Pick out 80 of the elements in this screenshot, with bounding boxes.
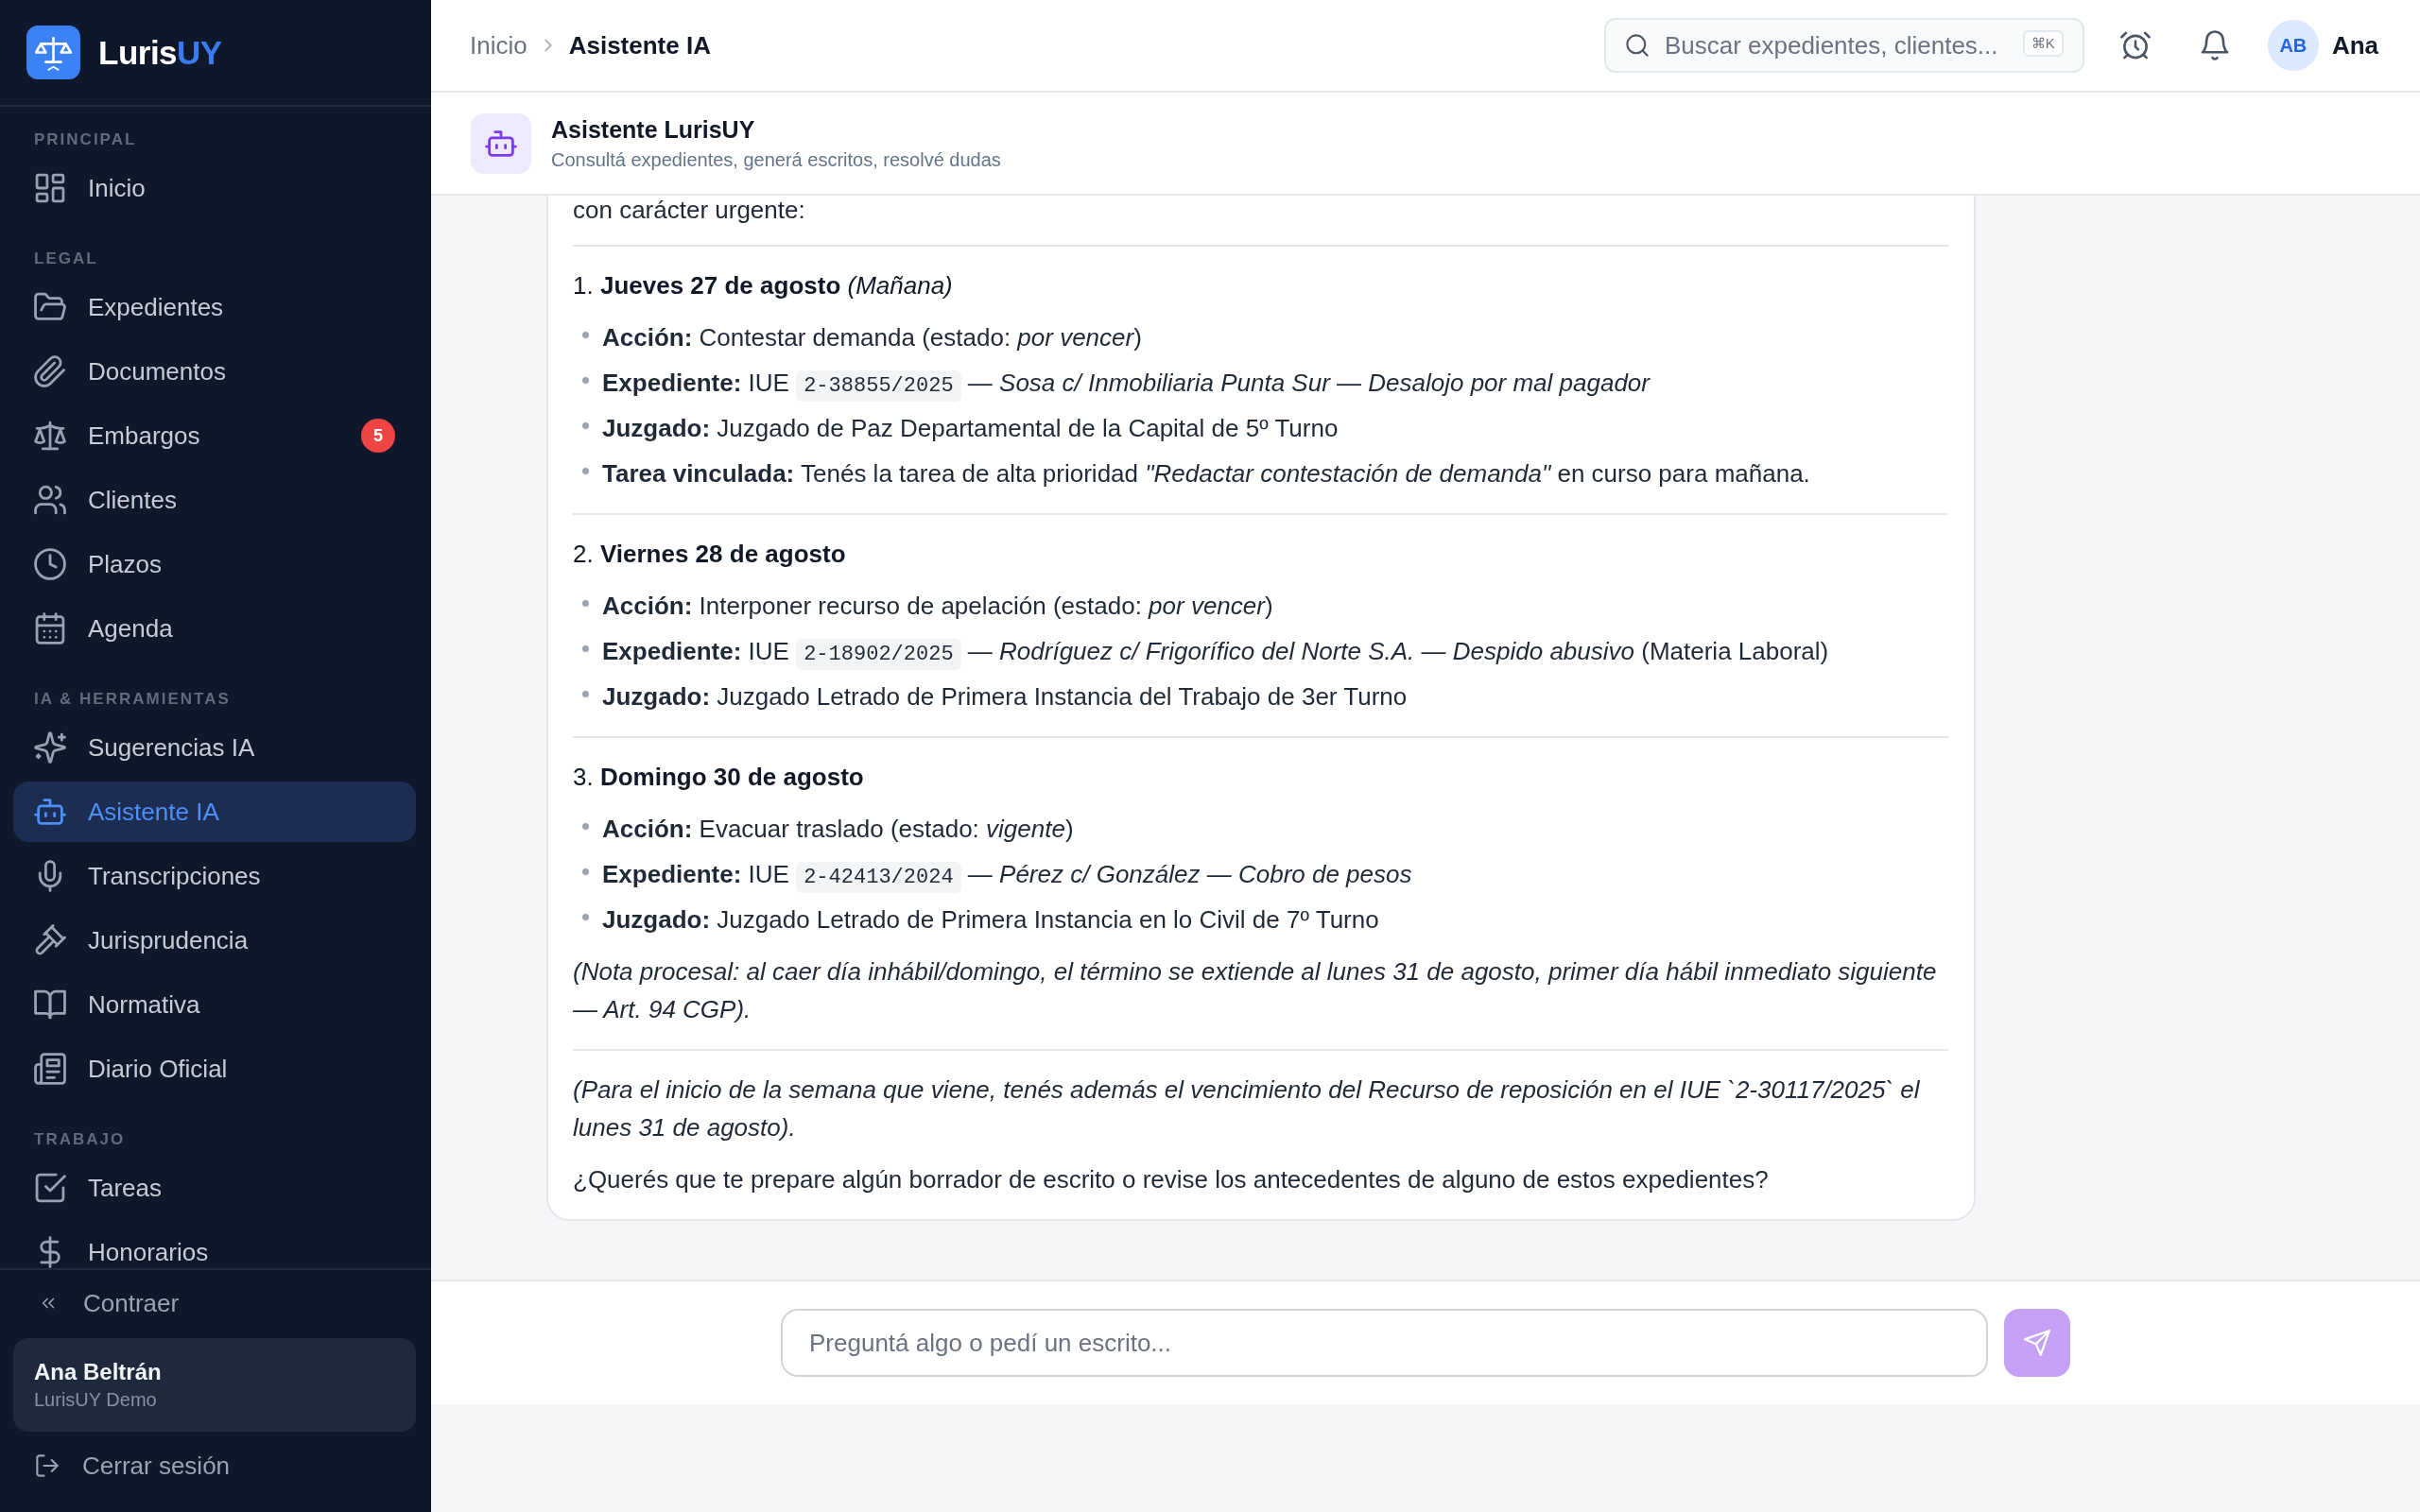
send-icon (2024, 1330, 2050, 1356)
assistant-subtitle: Consultá expedientes, generá escritos, resolvé dudas (551, 147, 1001, 172)
message-input[interactable]: Preguntá algo o pedí un escrito... (781, 1309, 1988, 1377)
section-title: PRINCIPAL (34, 129, 138, 150)
list-item-text: Acción: Contestar demanda (estado: por vencer) (602, 322, 1143, 353)
assistant-title: Asistente LurisUY (551, 114, 756, 144)
message-text: ¿Querés que te prepare algún borrador de escrito o revise los antecedentes de alguno de estos expedientes? (573, 1164, 1770, 1195)
section-title: IA & HERRAMIENTAS (34, 689, 232, 710)
clock-icon (34, 548, 66, 580)
message-text: con carácter urgente: (573, 196, 806, 224)
nav-item[interactable]: Tareas (13, 1158, 416, 1218)
robot-icon (471, 112, 531, 174)
nav-item[interactable]: Jurisprudencia (13, 910, 416, 971)
gavel-icon (34, 924, 66, 956)
nav-item[interactable]: Agenda (13, 598, 416, 659)
list-item-text: Expediente: IUE 2-38855/2025 — Sosa c/ Inmobiliaria Punta Sur — Desalojo por mal pagador (602, 364, 1948, 402)
bullet-icon (582, 823, 589, 830)
bullet-icon (582, 868, 589, 875)
bullet-icon (582, 332, 589, 338)
list-item-text: Acción: Evacuar traslado (estado: vigente) (602, 814, 1075, 845)
nav-item[interactable]: Clientes (13, 470, 416, 530)
user-name: Ana Beltrán (34, 1359, 163, 1385)
list-item-text: Expediente: IUE 2-42413/2024 — Pérez c/ González — Cobro de pesos (602, 855, 1948, 893)
nav-item[interactable]: Asistente IA (13, 782, 416, 842)
book-icon (34, 988, 66, 1021)
user-organization: LurisUY Demo (34, 1389, 158, 1411)
list-item-text: Tarea vinculada: Tenés la tarea de alta prioridad "Redactar contestación de demanda" en curso para mañana. (602, 458, 1811, 490)
search-icon (1624, 33, 1650, 58)
note-text: (Para el inicio de la semana que viene, tenés además el vencimiento del Recurso de reposición en el IUE `2-30117/2025` el lunes 31 de agosto). (573, 1074, 1921, 1143)
collapse-button[interactable]: Contraer (39, 1276, 180, 1331)
brand-name: LurisUY (98, 33, 222, 72)
bullet-icon (582, 422, 589, 429)
logo-icon (26, 26, 80, 79)
shortcut-key: ⌘K (2022, 30, 2064, 57)
list-item-text: Juzgado: Juzgado Letrado de Primera Instancia en lo Civil de 7º Turno (602, 904, 1380, 936)
day-heading: 3. Domingo 30 de agosto (573, 762, 865, 793)
calendar-icon (34, 612, 66, 644)
list-item-text: Acción: Interponer recurso de apelación (estado: por vencer) (602, 591, 1274, 622)
section-title: TRABAJO (34, 1129, 127, 1150)
alarm-clock-icon[interactable] (2119, 30, 2151, 60)
day-heading: 2. Viernes 28 de agosto (573, 539, 847, 570)
bullet-icon (582, 914, 589, 920)
robot-icon (34, 796, 66, 828)
avatar[interactable]: AB (2267, 20, 2319, 71)
section-title: LEGAL (34, 249, 99, 269)
nav-item[interactable]: Sugerencias IA (13, 717, 416, 778)
breadcrumb-link[interactable]: Inicio (470, 30, 527, 60)
bullet-icon (582, 600, 589, 607)
breadcrumb-current: Asistente IA (568, 30, 711, 60)
list-item-text: Juzgado: Juzgado de Paz Departamental de la Capital de 5º Turno (602, 413, 1340, 444)
sparkles-icon (34, 731, 66, 764)
nav-item[interactable]: Documentos (13, 341, 416, 402)
bullet-icon (582, 645, 589, 652)
nav-item[interactable]: Embargos 5 (13, 405, 416, 466)
paperclip-icon (34, 355, 66, 387)
bullet-icon (582, 468, 589, 474)
check-square-icon (34, 1172, 66, 1204)
bullet-icon (582, 377, 589, 384)
scales-icon (34, 420, 66, 452)
list-item-text: Expediente: IUE 2-18902/2025 — Rodríguez c/ Frigorífico del Norte S.A. — Despido abusivo (Materia Laboral) (602, 632, 1948, 670)
count-badge: 5 (361, 419, 395, 453)
nav-item[interactable]: Diario Oficial (13, 1039, 416, 1099)
list-item-text: Juzgado: Juzgado Letrado de Primera Instancia del Trabajo de 3er Turno (602, 681, 1409, 713)
dashboard-icon (34, 172, 66, 204)
nav-item[interactable]: Inicio (13, 158, 416, 218)
day-heading: 1. Jueves 27 de agosto (Mañana) (573, 270, 954, 301)
bullet-icon (582, 691, 589, 697)
nav-item[interactable]: Honorarios (13, 1222, 416, 1268)
nav-item[interactable]: Transcripciones (13, 846, 416, 906)
nav-item[interactable]: Normativa (13, 974, 416, 1035)
newspaper-icon (34, 1053, 66, 1085)
note-text: (Nota procesal: al caer día inhábil/domingo, el término se extiende al lunes 31 de agosto, primer día hábil inmediato siguiente — Art. 94 CGP). (573, 956, 1938, 1025)
nav-item[interactable]: Plazos (13, 534, 416, 594)
folder-icon (34, 291, 66, 323)
logout-button[interactable]: Cerrar sesión (35, 1439, 231, 1492)
user-name: Ana (2331, 30, 2378, 60)
logout-icon (35, 1453, 60, 1478)
bell-icon[interactable] (2199, 30, 2230, 60)
users-icon (34, 484, 66, 516)
nav-item[interactable]: Expedientes (13, 277, 416, 337)
